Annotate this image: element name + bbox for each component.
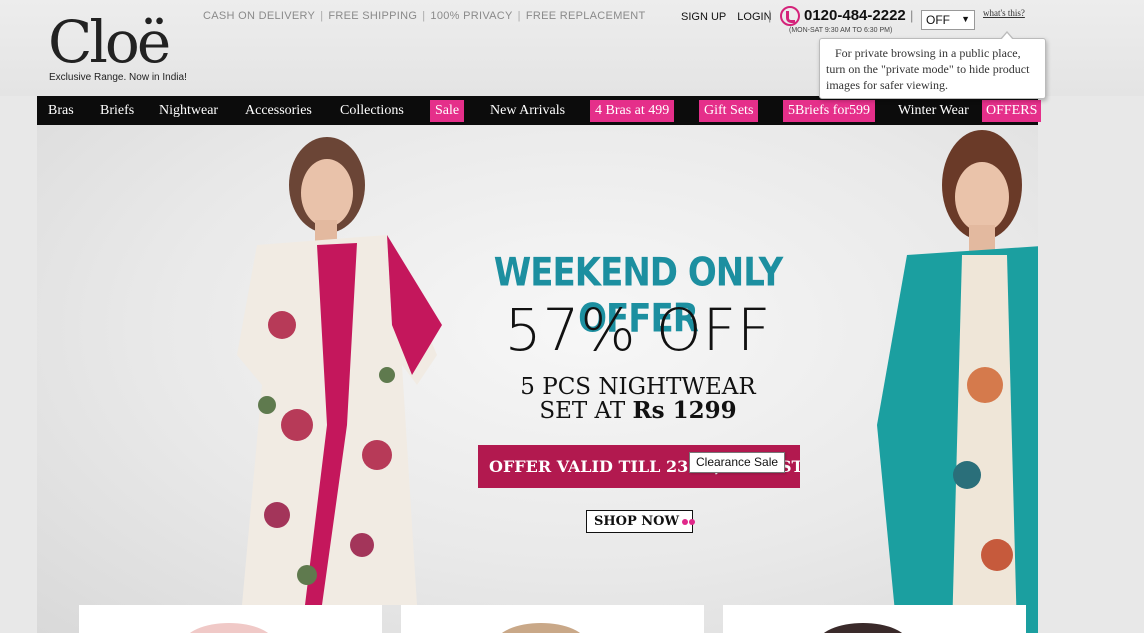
brand-logo[interactable]: Cloë Exclusive Range. Now in India! bbox=[48, 10, 188, 86]
tooltip-text: For private browsing in a public place, … bbox=[826, 46, 1030, 92]
phone-hours: (MON-SAT 9:30 AM TO 6:30 PM) bbox=[789, 27, 893, 34]
nav-item-briefs[interactable]: Briefs bbox=[100, 96, 134, 125]
tile-image bbox=[818, 623, 908, 633]
dots-icon bbox=[682, 511, 696, 532]
nav-item-collections[interactable]: Collections bbox=[340, 96, 404, 125]
usp-item: 100% PRIVACY bbox=[430, 10, 513, 22]
site-header: Cloë Exclusive Range. Now in India! CASH… bbox=[0, 0, 1144, 99]
shop-now-button[interactable]: SHOP NOW bbox=[586, 510, 696, 533]
divider: | bbox=[910, 8, 914, 23]
model-image-right bbox=[877, 130, 1038, 633]
usp-item: CASH ON DELIVERY bbox=[203, 10, 316, 22]
logo-tagline: Exclusive Range. Now in India! bbox=[49, 72, 187, 83]
nav-item-offers[interactable]: OFFERS bbox=[982, 100, 1042, 122]
nav-item-5-briefs[interactable]: 5Briefs for599 bbox=[783, 100, 876, 122]
usp-strip: CASH ON DELIVERY | FREE SHIPPING | 100% PRIV… bbox=[203, 10, 646, 22]
usp-item: FREE REPLACEMENT bbox=[525, 10, 646, 22]
sign-up-link[interactable]: SIGN UP bbox=[681, 11, 726, 23]
logo-wordmark: Cloë bbox=[48, 8, 171, 76]
nav-item-sale[interactable]: Sale bbox=[430, 100, 465, 122]
clearance-tooltip: Clearance Sale bbox=[689, 452, 786, 473]
category-tile[interactable] bbox=[723, 605, 1026, 633]
tile-image bbox=[496, 623, 586, 633]
usp-item: FREE SHIPPING bbox=[328, 10, 418, 22]
chevron-down-icon: ▼ bbox=[961, 14, 970, 24]
nav-item-nightwear[interactable]: Nightwear bbox=[159, 96, 218, 125]
category-tile[interactable] bbox=[401, 605, 704, 633]
phone-icon bbox=[780, 6, 800, 26]
account-links: SIGN UP LOGIN bbox=[681, 11, 780, 23]
private-mode-value: OFF bbox=[926, 13, 950, 27]
offer-discount: 57% OFF bbox=[504, 296, 772, 364]
category-tile[interactable] bbox=[79, 605, 382, 633]
nav-item-gift-sets[interactable]: Gift Sets bbox=[699, 100, 759, 122]
offer-price: Rs 1299 bbox=[632, 397, 737, 424]
nav-item-new-arrivals[interactable]: New Arrivals bbox=[490, 96, 565, 125]
private-mode-select[interactable]: OFF ▼ bbox=[921, 10, 975, 30]
shop-now-label: SHOP NOW bbox=[594, 514, 680, 529]
divider: | bbox=[768, 8, 772, 23]
whats-this-link[interactable]: what's this? bbox=[983, 8, 1025, 18]
private-mode-tooltip: For private browsing in a public place, … bbox=[819, 31, 1046, 99]
nav-item-bras[interactable]: Bras bbox=[48, 96, 74, 125]
model-image-left bbox=[237, 137, 442, 605]
phone-number: 0120-484-2222 bbox=[804, 7, 906, 24]
tile-image bbox=[184, 623, 274, 633]
offer-price-line: SET AT Rs 1299 bbox=[478, 397, 798, 424]
login-link[interactable]: LOGIN bbox=[737, 11, 771, 23]
nav-item-4-bras[interactable]: 4 Bras at 499 bbox=[590, 100, 675, 122]
nav-item-winter-wear[interactable]: Winter Wear bbox=[898, 96, 969, 125]
offer-price-prefix: SET AT bbox=[539, 398, 626, 424]
main-nav: Bras Briefs Nightwear Accessories Collec… bbox=[37, 96, 1042, 125]
nav-item-accessories[interactable]: Accessories bbox=[245, 96, 312, 125]
